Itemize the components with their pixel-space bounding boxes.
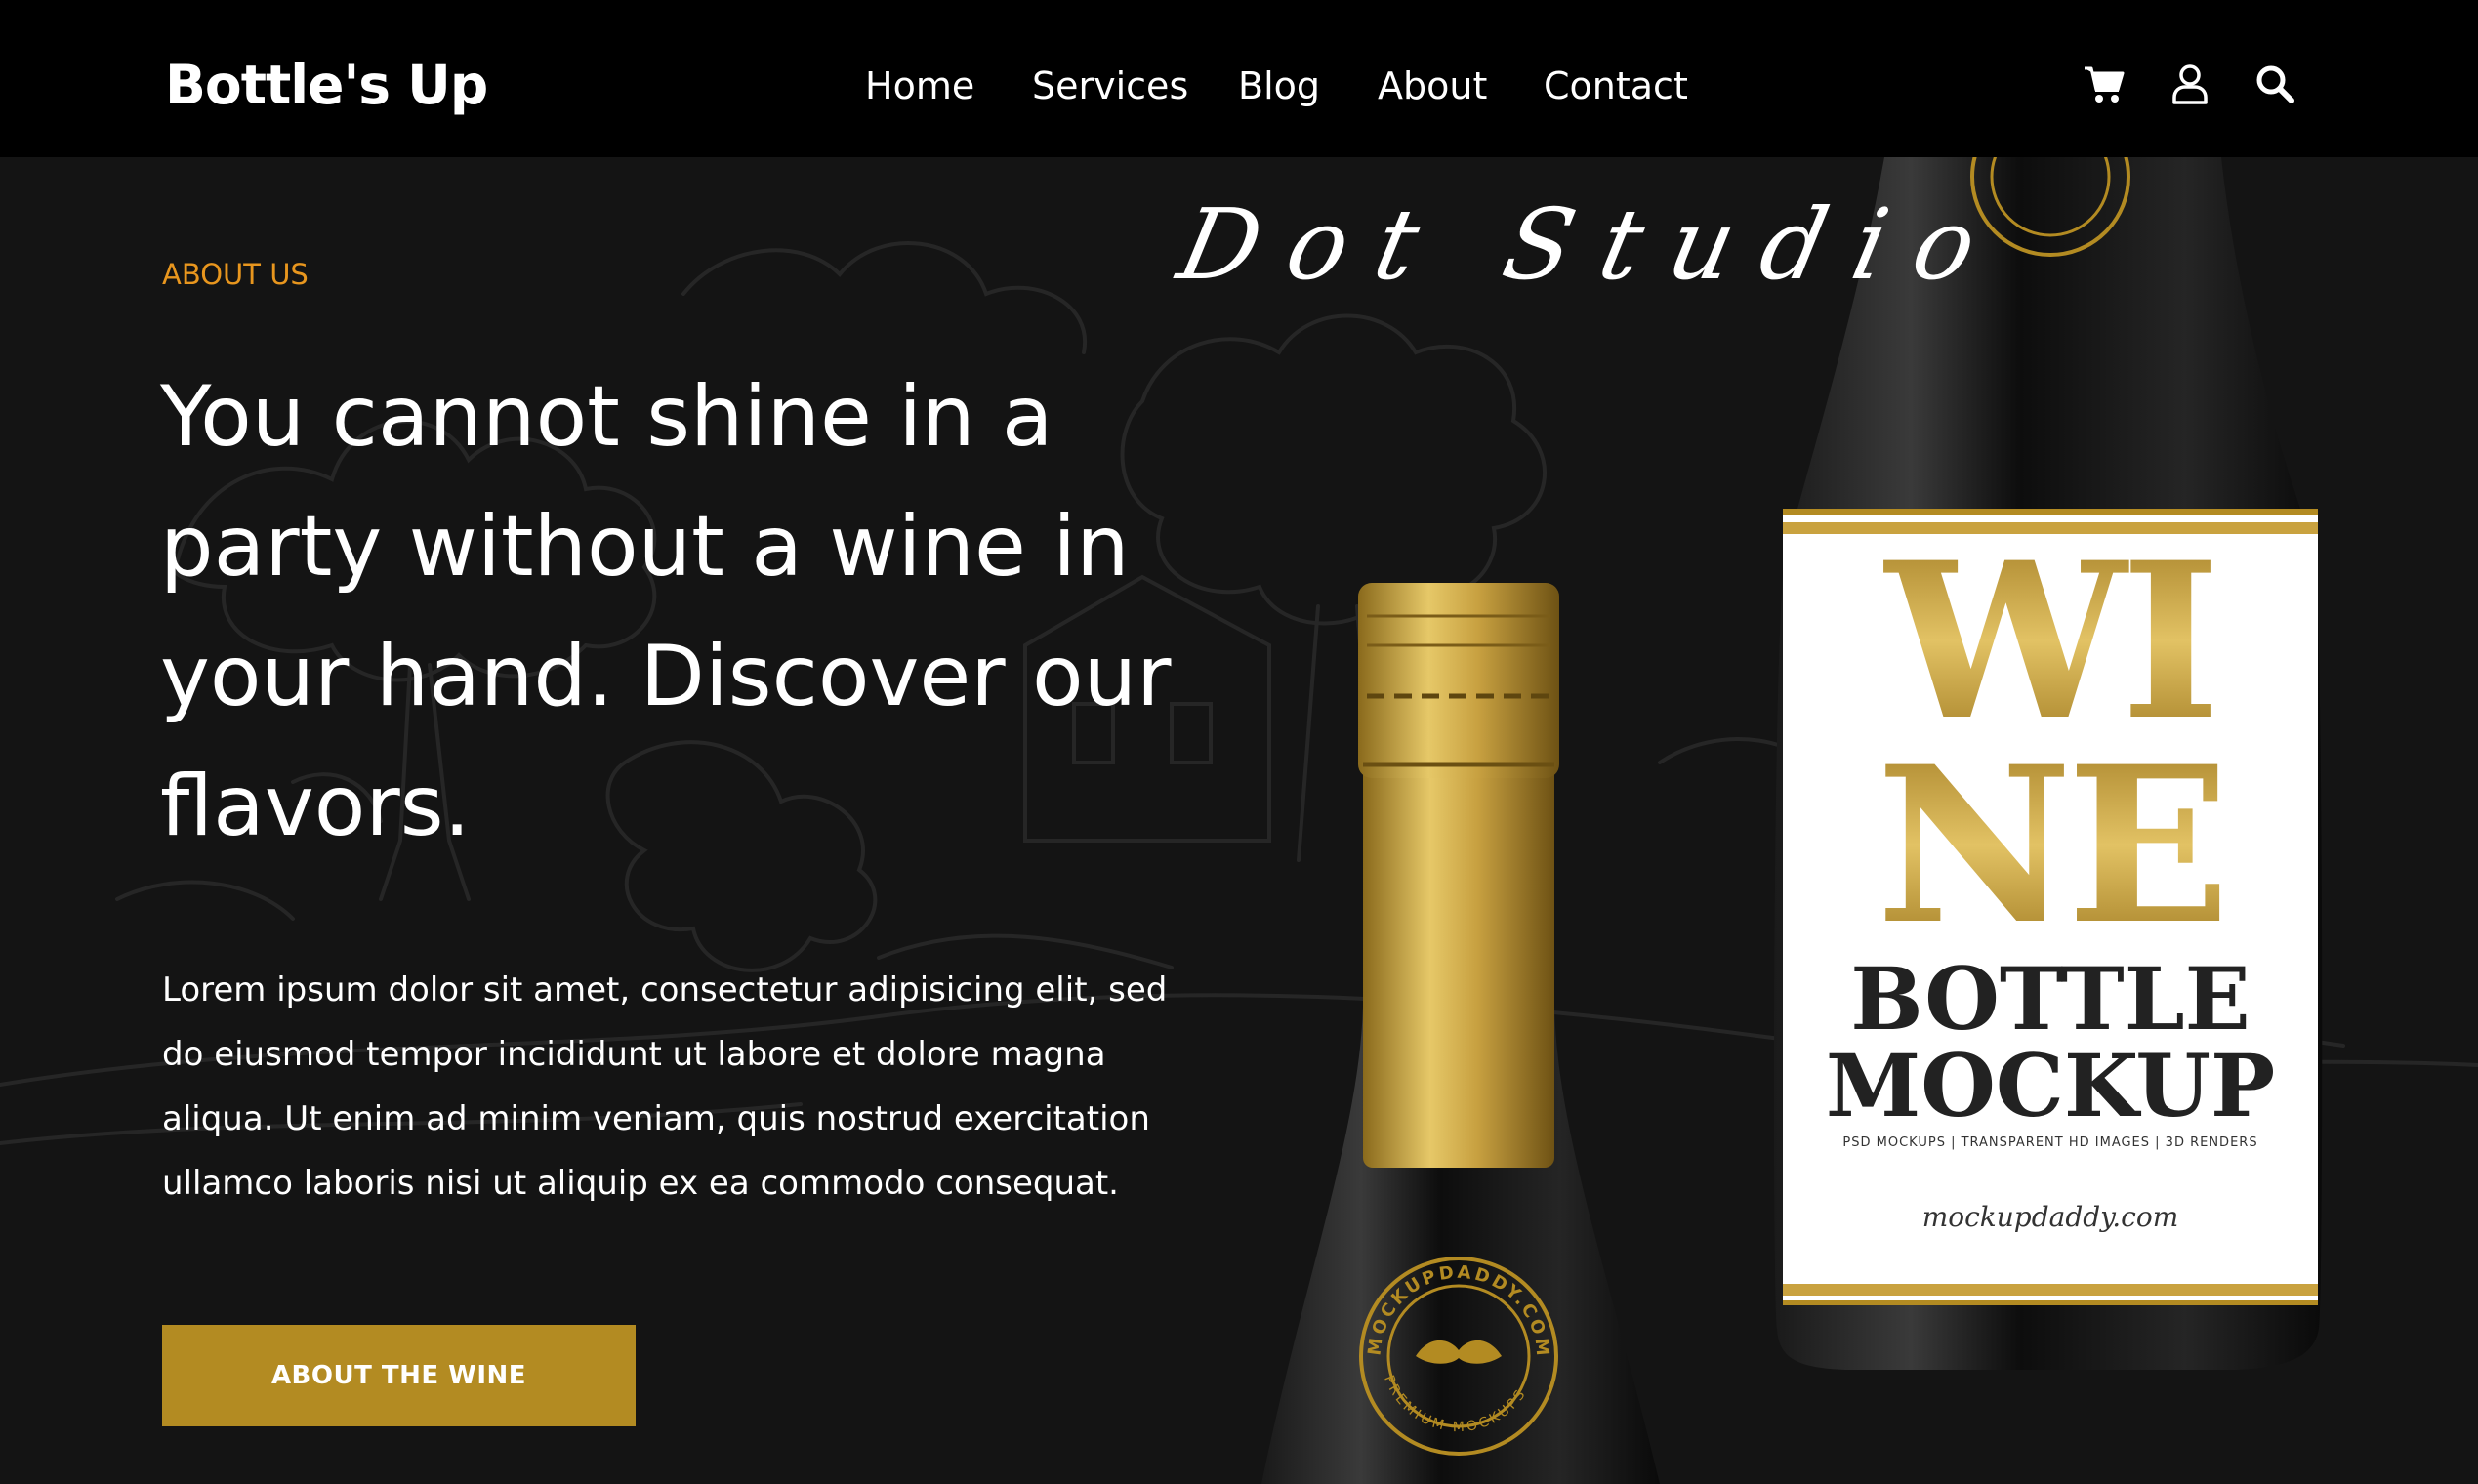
label-site: mockupdaddy.com: [1922, 1201, 2179, 1233]
label-word-ne: NE: [1877, 719, 2225, 971]
nav-home[interactable]: Home: [865, 57, 974, 115]
cart-icon[interactable]: [2083, 62, 2126, 105]
brand-logo[interactable]: Bottle's Up: [165, 51, 488, 119]
nav-blog[interactable]: Blog: [1238, 57, 1320, 115]
label-word-mockup: MOCKUP: [1826, 1035, 2275, 1136]
hero-section: ABOUT US You cannot shine in a party wit…: [0, 157, 2478, 1484]
nav-contact[interactable]: Contact: [1544, 57, 1688, 115]
user-icon[interactable]: [2168, 62, 2211, 105]
search-icon[interactable]: [2253, 62, 2296, 105]
nav-services[interactable]: Services: [1032, 57, 1188, 115]
top-navigation-bar: Bottle's Up Home Services Blog About Con…: [0, 0, 2478, 157]
wine-bottles-image: MOCKUPDADDY.COM PREMIUM MOCKUPS WI NE BO…: [1261, 157, 2323, 1484]
dot-studio-signature: Dot Studio: [1169, 187, 2016, 302]
page: Bottle's Up Home Services Blog About Con…: [0, 0, 2478, 1484]
label-tagline: PSD MOCKUPS | TRANSPARENT HD IMAGES | 3D…: [1842, 1135, 2257, 1150]
nav-about[interactable]: About: [1378, 57, 1487, 115]
